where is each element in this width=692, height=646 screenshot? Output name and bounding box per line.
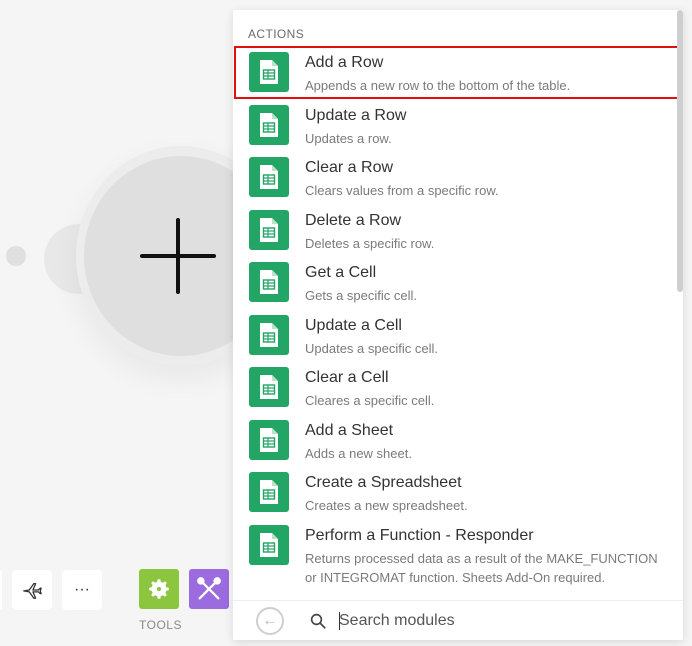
item-title: Update a Cell (305, 316, 402, 334)
item-desc: Creates a new spreadsheet. (305, 498, 468, 513)
item-title: Clear a Cell (305, 369, 389, 386)
flow-control-button[interactable] (189, 569, 229, 609)
action-item-update-row[interactable]: Update a Row Updates a row. (233, 99, 673, 152)
tools-label: TOOLS (139, 618, 182, 632)
item-title: Perform a Function - Responder (305, 526, 534, 544)
back-button[interactable]: ← (256, 607, 284, 635)
item-title: Update a Row (305, 106, 407, 124)
item-title: Clear a Row (305, 159, 394, 176)
action-item-delete-row[interactable]: Delete a Row Deletes a specific row. (233, 204, 673, 257)
google-sheets-icon (249, 157, 289, 197)
action-item-add-sheet[interactable]: Add a Sheet Adds a new sheet. (233, 414, 673, 467)
more-button[interactable]: ··· (62, 570, 102, 610)
item-desc: Cleares a specific cell. (305, 393, 435, 408)
action-item-clear-cell[interactable]: Clear a Cell Cleares a specific cell. (233, 361, 673, 414)
action-item-clear-row[interactable]: Clear a Row Clears values from a specific… (233, 151, 673, 204)
item-desc: Gets a specific cell. (305, 288, 417, 303)
google-sheets-icon (249, 367, 289, 407)
item-desc: Updates a specific cell. (305, 340, 438, 356)
wrench-cross-icon (197, 577, 221, 600)
action-item-perform-function[interactable]: Perform a Function - Responder Returns pr… (233, 519, 673, 599)
actions-list: Add a Row Appends a new row to the bottom… (233, 46, 682, 599)
action-item-create-spreadsheet[interactable]: Create a Spreadsheet Creates a new spread… (233, 466, 673, 519)
scrollbar[interactable] (677, 10, 683, 292)
item-desc: Returns processed data as a result of th… (305, 550, 658, 585)
item-title: Delete a Row (305, 211, 402, 229)
google-sheets-icon (249, 52, 289, 92)
toolbar-button-partial[interactable] (0, 570, 2, 610)
airplane-icon (23, 582, 42, 599)
connector-dot (6, 246, 26, 266)
google-sheets-icon (249, 209, 289, 250)
item-title: Get a Cell (305, 264, 377, 281)
item-title: Create a Spreadsheet (305, 474, 462, 491)
item-title: Add a Row (305, 54, 384, 71)
item-desc: Updates a row. (305, 130, 392, 146)
action-item-get-cell[interactable]: Get a Cell Gets a specific cell. (233, 256, 673, 309)
arrow-left-icon: ← (262, 612, 278, 629)
gear-icon (149, 579, 169, 599)
flight-icon-button[interactable] (12, 570, 52, 610)
text-caret (339, 612, 340, 630)
google-sheets-icon (249, 104, 289, 145)
item-desc: Clears values from a specific row. (305, 183, 499, 198)
plus-icon (140, 218, 216, 294)
module-picker-popup: ACTIONS Add a Row Appends a new row to th… (233, 10, 683, 640)
google-sheets-icon (249, 262, 289, 302)
item-title: Add a Sheet (305, 421, 394, 439)
item-desc: Appends a new row to the bottom of the t… (305, 78, 571, 93)
google-sheets-icon (249, 524, 289, 565)
action-item-add-row[interactable]: Add a Row Appends a new row to the bottom… (233, 46, 682, 99)
google-sheets-icon (249, 419, 289, 460)
action-item-update-cell[interactable]: Update a Cell Updates a specific cell. (233, 309, 673, 362)
google-sheets-icon (249, 472, 289, 512)
item-desc: Deletes a specific row. (305, 235, 435, 251)
google-sheets-icon (249, 314, 289, 355)
item-desc: Adds a new sheet. (305, 445, 412, 461)
more-label: ··· (74, 581, 90, 598)
search-icon (310, 613, 326, 629)
tools-button[interactable] (139, 569, 179, 609)
section-title: ACTIONS (248, 27, 305, 41)
search-footer: ← (233, 600, 683, 640)
search-input[interactable] (339, 607, 659, 635)
